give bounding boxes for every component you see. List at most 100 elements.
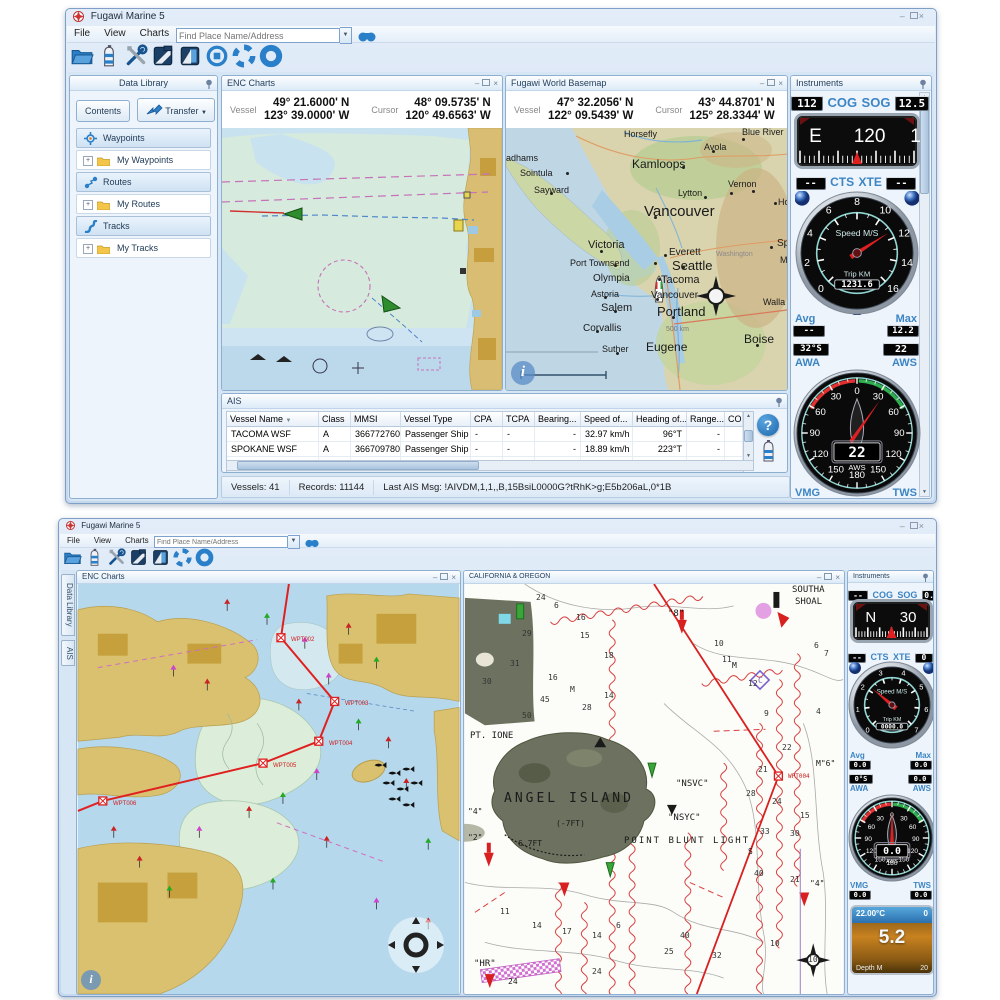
tab-data-library[interactable]: Data Library <box>61 574 75 636</box>
pan-control[interactable] <box>386 915 446 980</box>
minimize-icon: – <box>433 573 437 582</box>
aws-value: 22 <box>883 343 919 356</box>
enc-chart-view[interactable]: WPT002WPT003WPT004WPT005WPT006 i <box>77 584 460 994</box>
enc-panel-header[interactable]: ENC Charts –× <box>77 571 460 584</box>
ais-column-header[interactable]: TCPA <box>503 412 535 427</box>
table-scrollbar-horizontal[interactable] <box>226 460 754 471</box>
tools-icon[interactable] <box>124 44 148 73</box>
open-folder-icon[interactable] <box>63 548 82 572</box>
sidebar-item-my-routes[interactable]: + My Routes <box>76 194 211 214</box>
table-scrollbar-vertical[interactable]: ▲▼ <box>743 411 754 461</box>
ais-column-header[interactable]: Range... <box>687 412 725 427</box>
chart-panel-icon[interactable] <box>151 44 175 73</box>
instruments-header[interactable]: Instruments <box>791 76 931 91</box>
panel-controls[interactable]: –× <box>817 573 840 582</box>
contents-button[interactable]: Contents <box>76 100 130 122</box>
ais-column-header[interactable]: Vessel Name ▼ <box>227 412 319 427</box>
close-icon: × <box>835 573 840 582</box>
ais-table-row[interactable]: SPOKANE WSFA366709780Passenger Ship---18… <box>227 442 743 457</box>
open-folder-icon[interactable] <box>70 44 94 73</box>
menu-charts[interactable]: Charts <box>133 26 176 39</box>
menu-file[interactable]: File <box>67 26 97 39</box>
chevron-down-icon[interactable]: ▼ <box>340 27 352 44</box>
enc-panel-header[interactable]: ENC Charts –× <box>222 76 502 91</box>
ais-column-header[interactable]: Vessel Type <box>401 412 471 427</box>
data-library-header[interactable]: Data Library <box>70 76 217 91</box>
help-icon[interactable]: ? <box>757 414 779 436</box>
search-area: ▼ <box>176 27 377 44</box>
buoy-icon[interactable] <box>97 44 121 73</box>
sidebar-item-my-waypoints[interactable]: + My Waypoints <box>76 150 211 170</box>
california-chart-view[interactable]: SOUTHASHOAL"8"MPT. IONE"NSVC""NSYC"POINT… <box>464 584 844 994</box>
search-input[interactable] <box>176 28 340 43</box>
ais-column-header[interactable]: MMSI <box>351 412 401 427</box>
ais-column-header[interactable]: Class <box>319 412 351 427</box>
info-icon[interactable]: i <box>511 361 535 385</box>
title-bar[interactable]: Fugawi Marine 5 –× <box>59 519 936 534</box>
instruments-header[interactable]: Instruments <box>848 571 933 583</box>
route-icon <box>84 176 98 189</box>
menu-file[interactable]: File <box>60 534 87 545</box>
ais-column-header[interactable]: Heading of... <box>633 412 687 427</box>
man-overboard-icon[interactable] <box>232 44 256 73</box>
menu-charts[interactable]: Charts <box>118 534 156 545</box>
menu-view[interactable]: View <box>97 26 133 39</box>
title-bar[interactable]: Fugawi Marine 5 –× <box>66 9 936 26</box>
dual-chart-icon[interactable] <box>151 548 170 572</box>
window-controls[interactable]: –× <box>900 521 928 531</box>
expand-icon[interactable]: + <box>83 200 93 210</box>
panel-controls[interactable]: –× <box>760 79 783 88</box>
minimize-icon: – <box>900 11 909 21</box>
vessel-coords: 49° 21.6000' N123° 39.0000' W <box>264 97 363 123</box>
svg-text:180: 180 <box>849 470 865 481</box>
svg-text:Speed M/S: Speed M/S <box>877 689 907 696</box>
binoculars-icon[interactable] <box>357 29 377 43</box>
status-vessels: Vessels: 41 <box>222 480 290 495</box>
buoy-icon[interactable] <box>761 440 776 462</box>
status-records: Records: 11144 <box>290 480 375 495</box>
expand-icon[interactable]: + <box>83 156 93 166</box>
panel-controls[interactable]: –× <box>475 79 498 88</box>
record-track-icon[interactable] <box>195 548 214 572</box>
binoculars-icon[interactable] <box>304 537 320 548</box>
ais-table-row[interactable]: TACOMA WSFA366772760Passenger Ship---32.… <box>227 427 743 442</box>
minimize-icon: – <box>475 79 479 88</box>
sidebar-item-routes[interactable]: Routes <box>76 172 211 192</box>
ais-header[interactable]: AIS <box>222 394 787 409</box>
record-track-icon[interactable] <box>259 44 283 73</box>
expand-icon[interactable]: + <box>83 244 93 254</box>
ais-column-header[interactable]: CO <box>725 412 743 427</box>
transfer-button[interactable]: Transfer ▼ <box>137 98 215 122</box>
california-panel-header[interactable]: CALIFORNIA & OREGON –× <box>464 571 844 584</box>
man-overboard-icon[interactable] <box>173 548 192 572</box>
tools-icon[interactable] <box>107 548 126 572</box>
basemap-panel-header[interactable]: Fugawi World Basemap –× <box>506 76 787 91</box>
window-controls[interactable]: –× <box>900 11 928 21</box>
center-vessel-icon[interactable] <box>205 44 229 73</box>
ais-column-header[interactable]: CPA <box>471 412 503 427</box>
maximize-icon <box>440 573 448 580</box>
buoy-icon[interactable] <box>85 548 104 572</box>
chart-panel-icon[interactable] <box>129 548 148 572</box>
sidebar-item-tracks[interactable]: Tracks <box>76 216 211 236</box>
close-icon: × <box>451 573 456 582</box>
dual-chart-icon[interactable] <box>178 44 202 73</box>
info-icon[interactable]: i <box>81 970 101 990</box>
ais-column-header[interactable]: Bearing... <box>535 412 581 427</box>
pin-icon[interactable] <box>775 397 783 407</box>
svg-text:12: 12 <box>898 227 910 239</box>
panel-controls[interactable]: –× <box>433 573 456 582</box>
sidebar-item-my-tracks[interactable]: + My Tracks <box>76 238 211 258</box>
sidebar-item-waypoints[interactable]: Waypoints <box>76 128 211 148</box>
menu-view[interactable]: View <box>87 534 118 545</box>
basemap-view[interactable]: i HorseflyBlue RiverAvolaKamloopsadhamsS… <box>506 128 787 390</box>
instruments-panel: Instruments ▲▼ 112 COG SOG 12.5 E1201 --… <box>790 75 932 499</box>
svg-text:30: 30 <box>900 815 908 822</box>
pin-icon[interactable] <box>922 573 929 582</box>
own-vessel-icon <box>454 220 463 231</box>
enc-chart-view[interactable] <box>222 128 502 390</box>
tab-ais[interactable]: AIS <box>61 640 75 666</box>
ais-column-header[interactable]: Speed of... <box>581 412 633 427</box>
pin-icon[interactable] <box>205 79 213 89</box>
pin-icon[interactable] <box>919 79 927 89</box>
